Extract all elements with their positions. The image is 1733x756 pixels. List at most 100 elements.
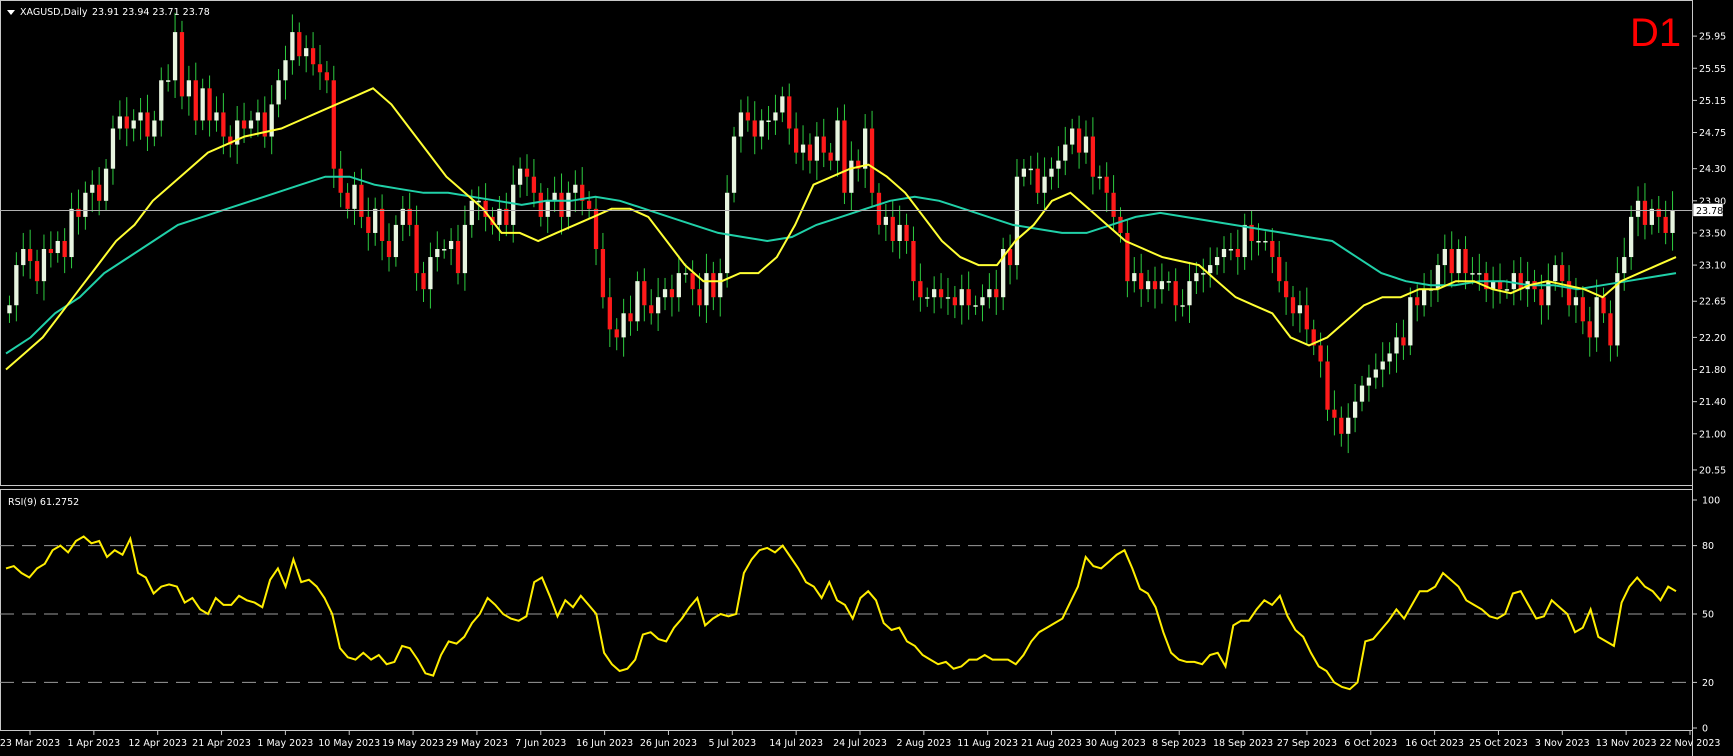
candle-body	[421, 273, 426, 290]
candle-body	[214, 112, 219, 121]
candle-body	[331, 80, 336, 169]
date-tick-label: 27 Sep 2023	[1277, 738, 1337, 749]
rsi-axis: 100 80 50 20 0	[1692, 496, 1720, 735]
candle-body	[497, 208, 502, 225]
candle-body	[1159, 281, 1165, 290]
candle-body	[179, 32, 185, 97]
candle-body	[1304, 305, 1309, 330]
candle-body	[932, 289, 937, 298]
candle-body	[1097, 176, 1102, 179]
rsi-panel-frame	[0, 489, 1693, 731]
candle-body	[1049, 168, 1054, 177]
candle-body	[1339, 417, 1344, 434]
candle-body	[573, 184, 578, 193]
candle-body	[1063, 144, 1068, 161]
candle-body	[1187, 281, 1192, 306]
candle-body	[835, 120, 840, 161]
candle-body	[428, 257, 433, 290]
candle-body	[800, 144, 806, 153]
chart-canvas: 25.9525.5525.1524.7524.3023.9023.5023.10…	[0, 0, 1726, 756]
date-tick-label: 29 May 2023	[446, 738, 508, 749]
candle-body	[1415, 297, 1420, 306]
candle-body	[1401, 337, 1406, 346]
date-tick-label: 14 Jul 2023	[769, 738, 823, 749]
candle-body	[1601, 297, 1606, 314]
price-axis: 25.9525.5525.1524.7524.3023.9023.5023.10…	[1692, 32, 1726, 476]
candle-body	[780, 96, 785, 113]
candle-body	[90, 184, 95, 193]
candle-body	[1132, 273, 1137, 282]
candle-body	[1352, 401, 1358, 418]
symbol-title: XAGUSD,Daily	[20, 7, 88, 18]
date-tick-label: 26 Jun 2023	[640, 738, 697, 749]
candle-body	[393, 224, 399, 258]
price-tick-label: 25.55	[1699, 64, 1726, 75]
candle-body	[1028, 168, 1033, 171]
candle-body	[904, 224, 909, 241]
candle-body	[538, 192, 543, 217]
candle-body	[1332, 409, 1337, 418]
ohlc-values: 23.91 23.94 23.71 23.78	[92, 7, 210, 18]
candle-body	[83, 192, 88, 217]
candle-body	[276, 80, 281, 105]
candle-body	[1449, 249, 1454, 274]
date-tick-label: 3 Nov 2023	[1535, 738, 1590, 749]
candle-body	[435, 249, 440, 258]
candle-body	[1173, 281, 1178, 306]
candle-body	[766, 120, 771, 122]
rsi-line	[5, 535, 1677, 691]
candle-body	[849, 160, 854, 193]
candle-body	[414, 224, 419, 274]
date-tick-label: 21 Aug 2023	[1021, 738, 1082, 749]
candle-body	[552, 192, 557, 201]
candle-body	[283, 60, 288, 81]
candle-body	[642, 281, 647, 306]
rsi-tick-label: 20	[1702, 678, 1714, 689]
candle-body	[1663, 216, 1668, 233]
candle-body	[773, 112, 778, 121]
candle-body	[794, 128, 799, 153]
candle-body	[1035, 168, 1040, 193]
date-tick-label: 16 Jun 2023	[576, 738, 633, 749]
price-tick-label: 21.80	[1699, 365, 1726, 376]
candle-body	[994, 289, 999, 298]
price-tick-label: 21.00	[1699, 429, 1726, 440]
candle-body	[186, 80, 192, 97]
date-tick-label: 30 Aug 2023	[1085, 738, 1146, 749]
candle-body	[297, 32, 302, 57]
date-tick-label: 1 Apr 2023	[67, 738, 120, 749]
candle-body	[1587, 321, 1592, 338]
collapse-triangle-icon[interactable]	[7, 10, 15, 15]
candle-body	[366, 216, 371, 233]
candle-body	[621, 313, 626, 338]
candle-body	[1283, 281, 1289, 298]
candle-body	[1256, 240, 1261, 243]
candle-body	[952, 297, 958, 306]
candle-body	[103, 168, 109, 201]
candle-body	[1373, 369, 1378, 378]
candle-body	[1477, 273, 1482, 275]
candle-body	[1070, 128, 1075, 145]
candle-body	[28, 249, 33, 262]
candle-body	[938, 289, 944, 298]
ma-fast-line	[5, 87, 1677, 371]
candle-body	[400, 208, 405, 225]
candle-body	[14, 265, 19, 306]
candle-body	[669, 289, 675, 298]
candle-body	[172, 32, 178, 81]
candle-body	[1387, 353, 1392, 362]
candle-body	[138, 112, 143, 121]
candle-body	[1580, 297, 1585, 322]
candle-body	[1366, 377, 1372, 386]
candle-body	[1270, 240, 1275, 258]
candle-body	[338, 168, 343, 193]
candle-body	[1408, 297, 1413, 346]
candle-body	[614, 329, 619, 338]
date-tick-label: 19 May 2023	[382, 738, 444, 749]
candle-body	[1277, 257, 1282, 282]
candle-body	[966, 289, 971, 306]
candle-body	[248, 120, 254, 129]
candle-body	[655, 297, 661, 314]
candle-body	[345, 192, 350, 209]
candle-body	[1511, 273, 1516, 290]
